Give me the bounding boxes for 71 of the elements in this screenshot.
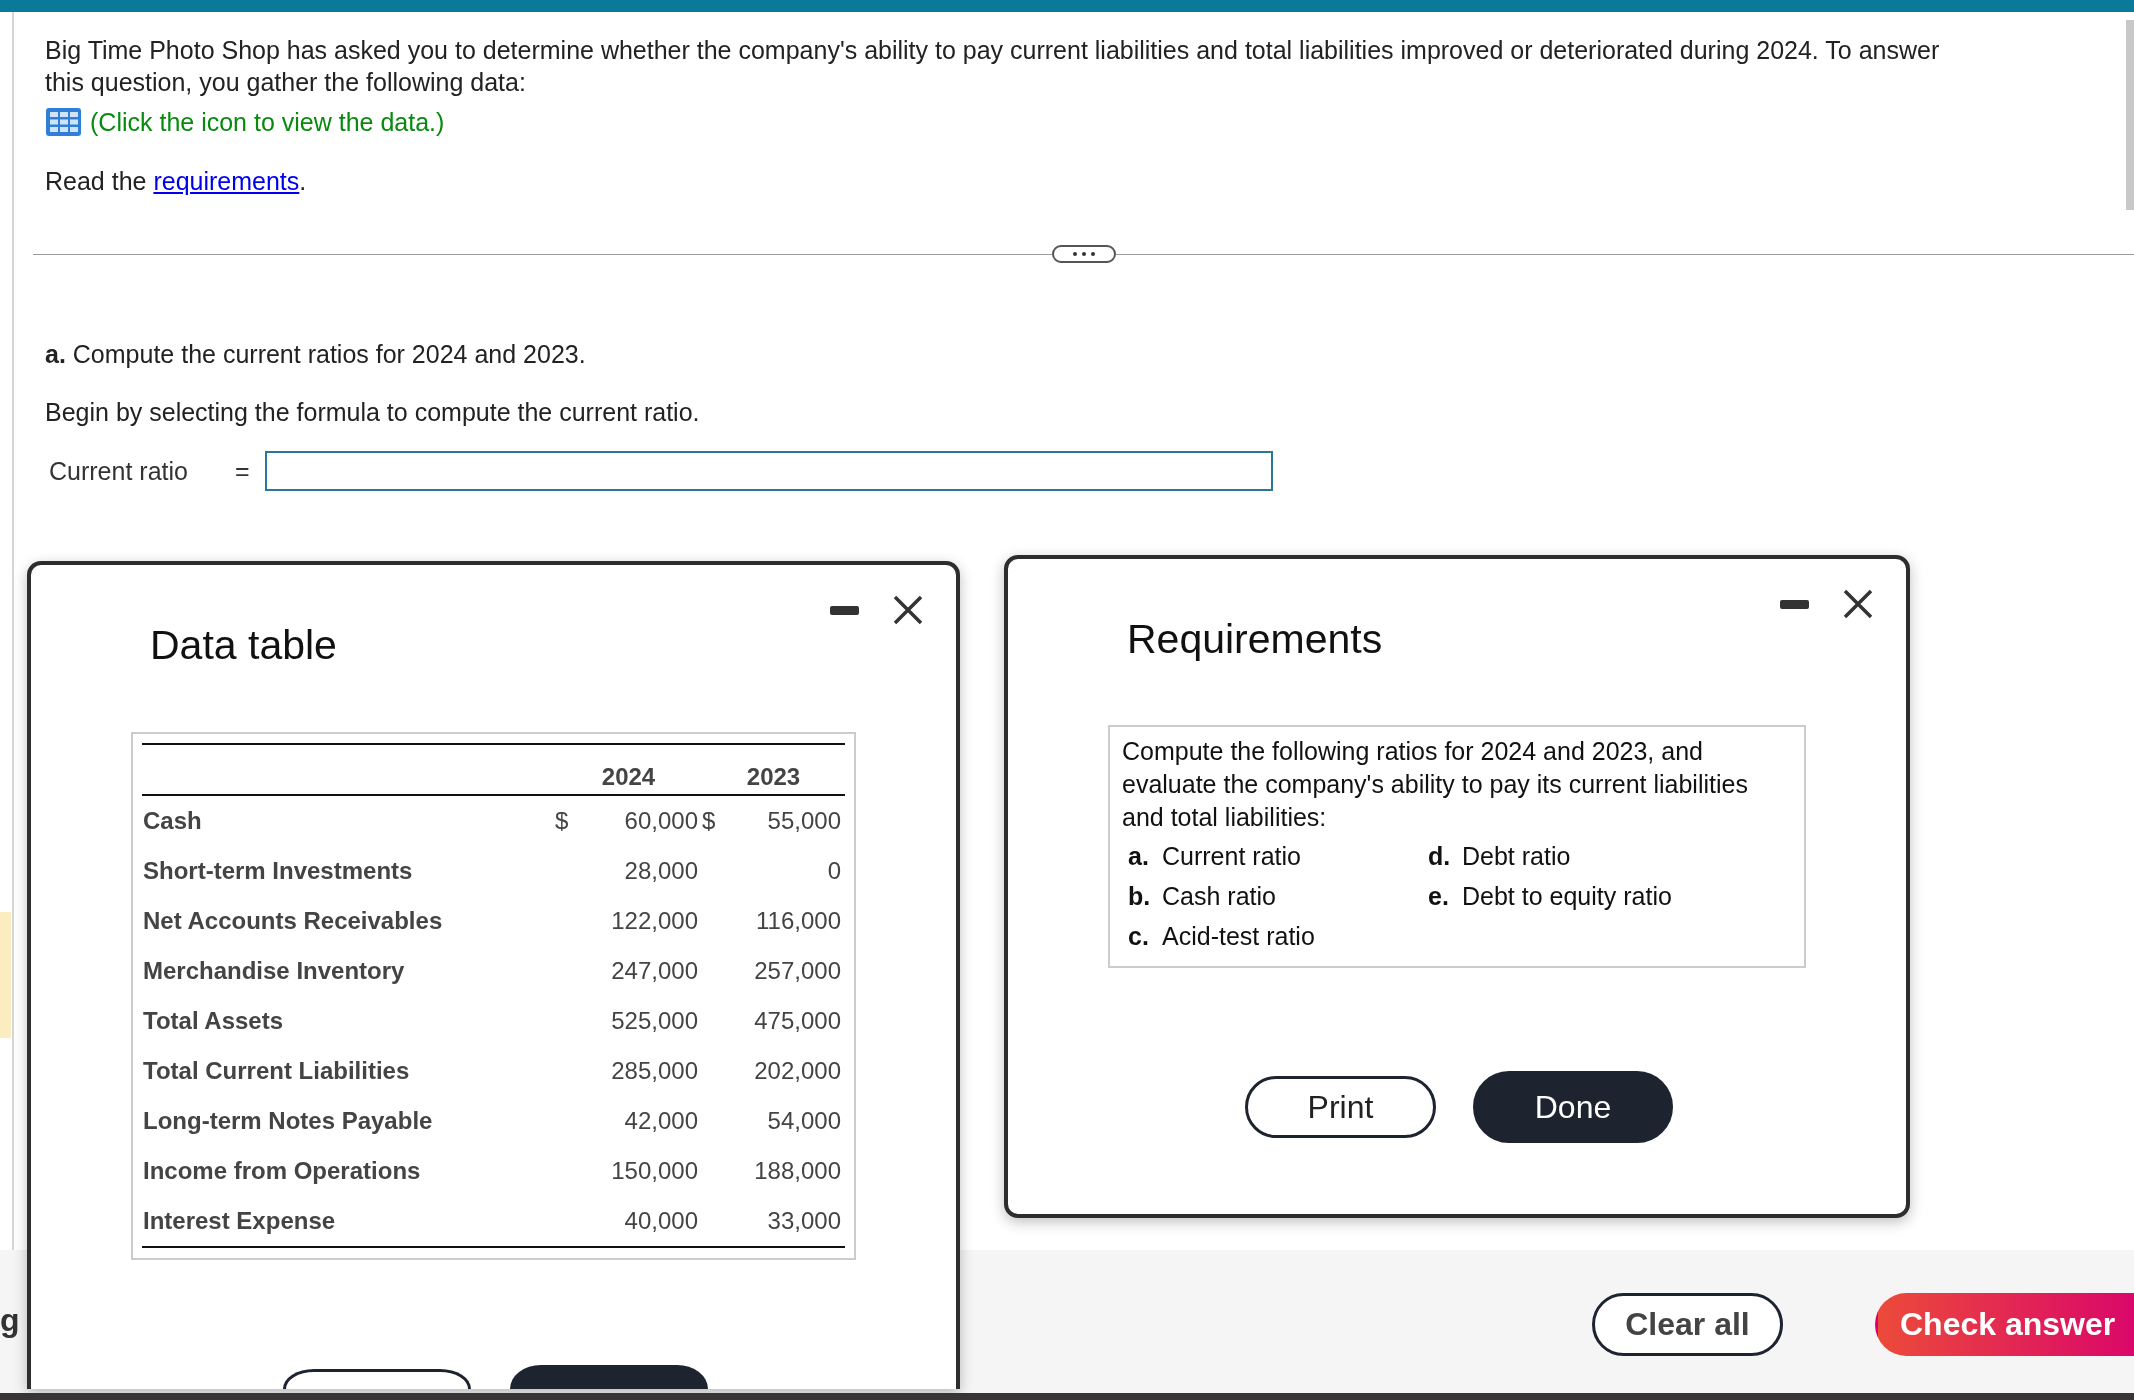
requirements-intro: Compute the following ratios for 2024 and 2023, and evaluate the company's ability to pay its current liabilities and total liabilities: (1122, 736, 1749, 833)
close-icon (1843, 589, 1873, 619)
table-cell: 116,000 (756, 907, 841, 935)
row-label: Interest Expense (142, 1206, 337, 1236)
requirement-item: Debt ratio (1462, 841, 1571, 871)
column-header: 2023 (702, 745, 845, 796)
table-cell: 55,000 (767, 807, 841, 835)
check-answer-button[interactable]: Check answer (1875, 1293, 2134, 1356)
table-cell: 54,000 (767, 1107, 841, 1135)
dots-icon (1071, 252, 1096, 256)
requirement-item: Debt to equity ratio (1462, 881, 1672, 911)
column-header: 2024 (555, 745, 702, 796)
question-text: Big Time Photo Shop has asked you to determine whether the company's ability to pay current liabilities and total liabilities improved or deteriorated during 2024. To answer this question, you gather the following data: (45, 35, 1941, 98)
requirement-item: Cash ratio (1162, 881, 1276, 911)
print-button[interactable] (283, 1369, 471, 1389)
instruction-text: Begin by selecting the formula to compute the current ratio. (45, 397, 701, 428)
table-cell: 60,000 (624, 807, 698, 835)
row-label: Cash (142, 806, 203, 836)
done-button[interactable] (510, 1365, 708, 1389)
row-label: Net Accounts Receivables (142, 906, 444, 936)
row-label: Merchandise Inventory (142, 956, 406, 986)
row-label: Income from Operations (142, 1156, 422, 1186)
table-cell: 0 (827, 857, 841, 885)
requirements-link[interactable]: requirements (153, 167, 300, 195)
item-letter: a. (1128, 841, 1150, 871)
table-cell: 33,000 (767, 1207, 841, 1235)
equals-sign: = (235, 456, 251, 486)
cut-text: g (0, 1302, 20, 1339)
item-letter: c. (1128, 921, 1150, 951)
currency-symbol: $ (555, 807, 569, 835)
formula-field[interactable] (265, 451, 1273, 491)
item-letter: b. (1128, 881, 1152, 911)
minimize-icon (830, 605, 859, 615)
minimize-button[interactable] (1780, 599, 1809, 609)
expand-button[interactable] (1051, 245, 1116, 263)
print-button[interactable]: Print (1245, 1076, 1436, 1138)
table-cell: 150,000 (611, 1157, 698, 1185)
formula-label: Current ratio (49, 456, 189, 486)
row-label: Long-term Notes Payable (142, 1106, 434, 1136)
table-cell: 42,000 (624, 1107, 698, 1135)
row-label: Total Current Liabilities (142, 1056, 411, 1086)
done-button[interactable]: Done (1473, 1071, 1673, 1143)
table-cell: 40,000 (624, 1207, 698, 1235)
close-button[interactable] (893, 595, 923, 625)
item-letter: d. (1428, 841, 1452, 871)
close-button[interactable] (1843, 589, 1873, 619)
table-cell: 247,000 (611, 957, 698, 985)
table-cell: 285,000 (611, 1057, 698, 1085)
minimize-button[interactable] (830, 605, 859, 615)
table-cell: 525,000 (611, 1007, 698, 1035)
table-cell: 257,000 (754, 957, 841, 985)
close-icon (893, 595, 923, 625)
row-label: Total Assets (142, 1006, 285, 1036)
requirement-item: Current ratio (1162, 841, 1301, 871)
table-cell: 202,000 (754, 1057, 841, 1085)
data-hint: (Click the icon to view the data.) (90, 107, 445, 137)
table-cell: 28,000 (624, 857, 698, 885)
table-cell: 122,000 (611, 907, 698, 935)
currency-symbol: $ (702, 807, 716, 835)
part-a-text: a. Compute the current ratios for 2024 and 2023. (45, 339, 587, 370)
minimize-icon (1780, 599, 1809, 609)
requirement-item: Acid-test ratio (1162, 921, 1315, 951)
table-cell: 188,000 (754, 1157, 841, 1185)
clear-all-button[interactable]: Clear all (1592, 1293, 1783, 1356)
dialog-title: Requirements (1127, 615, 1383, 663)
scrollbar[interactable] (2126, 20, 2134, 210)
table-icon[interactable] (45, 107, 82, 137)
row-label: Short-term Investments (142, 856, 414, 886)
table-cell: 475,000 (754, 1007, 841, 1035)
dialog-title: Data table (150, 621, 337, 669)
item-letter: e. (1428, 881, 1450, 911)
